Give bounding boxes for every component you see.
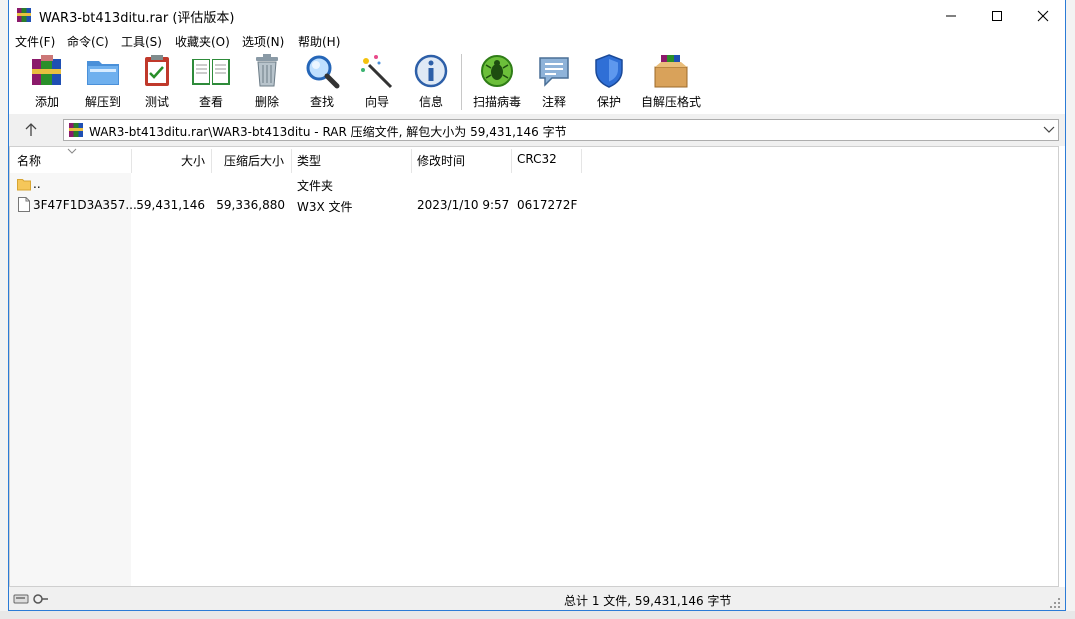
resize-grip-icon[interactable] [1049, 597, 1061, 609]
extract-to-label: 解压到 [84, 95, 121, 109]
test-icon [145, 55, 169, 86]
column-packed[interactable]: 压缩后大小 [224, 152, 284, 169]
virus-scan-label: 扫描病毒 [472, 95, 521, 109]
shield-icon [595, 54, 623, 88]
sort-chevron-icon [67, 148, 77, 154]
comment-label: 注释 [541, 95, 566, 109]
delete-button[interactable]: 删除 [249, 53, 285, 111]
minimize-button[interactable] [928, 0, 974, 31]
wizard-wand-icon [361, 55, 393, 89]
path-field[interactable]: WAR3-bt413ditu.rar\WAR3-bt413ditu - RAR … [63, 119, 1059, 141]
title-bar[interactable]: WAR3-bt413ditu.rar (评估版本) [9, 0, 1065, 31]
view-label: 查看 [198, 95, 223, 109]
status-bar: 总计 1 文件, 59,431,146 字节 [9, 587, 1065, 610]
path-text: WAR3-bt413ditu.rar\WAR3-bt413ditu - RAR … [89, 125, 567, 139]
info-button[interactable]: 信息 [413, 53, 449, 111]
column-header-row: 名称 大小 压缩后大小 类型 修改时间 CRC32 [10, 147, 1058, 173]
winrar-app-icon [17, 8, 31, 22]
row-type: 文件夹 [297, 179, 334, 193]
row-packed-size: 59,336,880 [216, 198, 285, 212]
background-taskbar-edge [0, 611, 1075, 619]
magnifier-icon [306, 55, 340, 89]
add-archive-icon [32, 55, 61, 85]
extract-to-icon [87, 61, 119, 85]
maximize-button[interactable] [974, 0, 1020, 31]
comment-icon [539, 57, 569, 87]
menu-file[interactable]: 文件(F) [15, 33, 55, 50]
menu-tools[interactable]: 工具(S) [121, 33, 162, 50]
name-column-highlight [10, 173, 131, 586]
wizard-button[interactable]: 向导 [359, 53, 395, 111]
view-book-icon [192, 59, 230, 85]
protect-label: 保护 [596, 95, 621, 109]
virus-scan-icon [481, 55, 513, 87]
column-divider[interactable] [411, 149, 412, 173]
comment-button[interactable]: 注释 [536, 53, 572, 111]
row-name: .. [33, 177, 41, 191]
row-crc32: 0617272F [517, 198, 578, 212]
column-divider[interactable] [511, 149, 512, 173]
find-button[interactable]: 查找 [303, 53, 341, 111]
row-name: 3F47F1D3A357... [33, 198, 137, 212]
find-label: 查找 [309, 95, 334, 109]
sfx-button[interactable]: 自解压格式 [639, 53, 703, 111]
up-arrow-icon[interactable] [21, 120, 41, 140]
menu-commands[interactable]: 命令(C) [67, 33, 109, 50]
column-divider[interactable] [291, 149, 292, 173]
column-name[interactable]: 名称 [17, 152, 41, 169]
table-row[interactable]: .. 文件夹 [10, 174, 1058, 194]
rar-archive-icon [69, 123, 83, 137]
chevron-down-icon[interactable] [1043, 125, 1055, 135]
delete-label: 删除 [254, 95, 279, 109]
column-divider[interactable] [581, 149, 582, 173]
status-summary: 总计 1 文件, 59,431,146 字节 [564, 594, 732, 608]
address-bar: WAR3-bt413ditu.rar\WAR3-bt413ditu - RAR … [9, 114, 1065, 146]
add-button[interactable]: 添加 [27, 53, 67, 111]
table-row[interactable]: 3F47F1D3A357... 59,431,146 59,336,880 W3… [10, 195, 1058, 215]
add-label: 添加 [34, 95, 59, 109]
column-divider[interactable] [211, 149, 212, 173]
extract-to-button[interactable]: 解压到 [81, 53, 125, 111]
close-button[interactable] [1020, 0, 1066, 31]
maximize-icon [992, 10, 1002, 21]
toolbar-separator [461, 54, 462, 110]
info-icon [414, 54, 448, 88]
close-icon [1037, 10, 1049, 21]
column-modified[interactable]: 修改时间 [417, 152, 465, 169]
toolbar: 添加 解压到 测试 查看 删除 查找 向导 信息 扫描病毒 注释 保护 自解压格… [9, 51, 1065, 114]
protect-button[interactable]: 保护 [591, 53, 627, 111]
window-title: WAR3-bt413ditu.rar (评估版本) [39, 11, 235, 26]
trash-icon [256, 54, 278, 87]
folder-icon [17, 179, 31, 191]
column-type[interactable]: 类型 [297, 152, 321, 169]
menu-help[interactable]: 帮助(H) [298, 33, 340, 50]
column-size[interactable]: 大小 [181, 152, 205, 169]
menu-options[interactable]: 选项(N) [242, 33, 284, 50]
info-label: 信息 [418, 95, 443, 109]
background-right-edge [1066, 0, 1075, 619]
row-type: W3X 文件 [297, 200, 353, 214]
menu-favorites[interactable]: 收藏夹(O) [175, 33, 230, 50]
file-icon [18, 197, 30, 212]
sfx-box-icon [654, 55, 688, 88]
column-divider[interactable] [131, 149, 132, 173]
row-size: 59,431,146 [136, 198, 205, 212]
test-button[interactable]: 测试 [139, 53, 175, 111]
row-modified: 2023/1/10 9:57 [417, 198, 510, 212]
winrar-window: WAR3-bt413ditu.rar (评估版本) 文件(F) 命令(C) 工具… [8, 0, 1066, 611]
minimize-icon [946, 15, 956, 16]
sfx-label: 自解压格式 [640, 95, 701, 109]
background-left-edge [0, 0, 8, 619]
view-button[interactable]: 查看 [189, 53, 233, 111]
wizard-label: 向导 [364, 95, 389, 109]
column-crc32[interactable]: CRC32 [517, 152, 557, 166]
menu-bar: 文件(F) 命令(C) 工具(S) 收藏夹(O) 选项(N) 帮助(H) [9, 31, 1065, 51]
file-list[interactable]: 名称 大小 压缩后大小 类型 修改时间 CRC32 .. 文件夹 3F47F1D… [9, 146, 1059, 587]
drive-key-icon [13, 594, 48, 604]
test-label: 测试 [144, 95, 169, 109]
virus-scan-button[interactable]: 扫描病毒 [471, 53, 523, 111]
